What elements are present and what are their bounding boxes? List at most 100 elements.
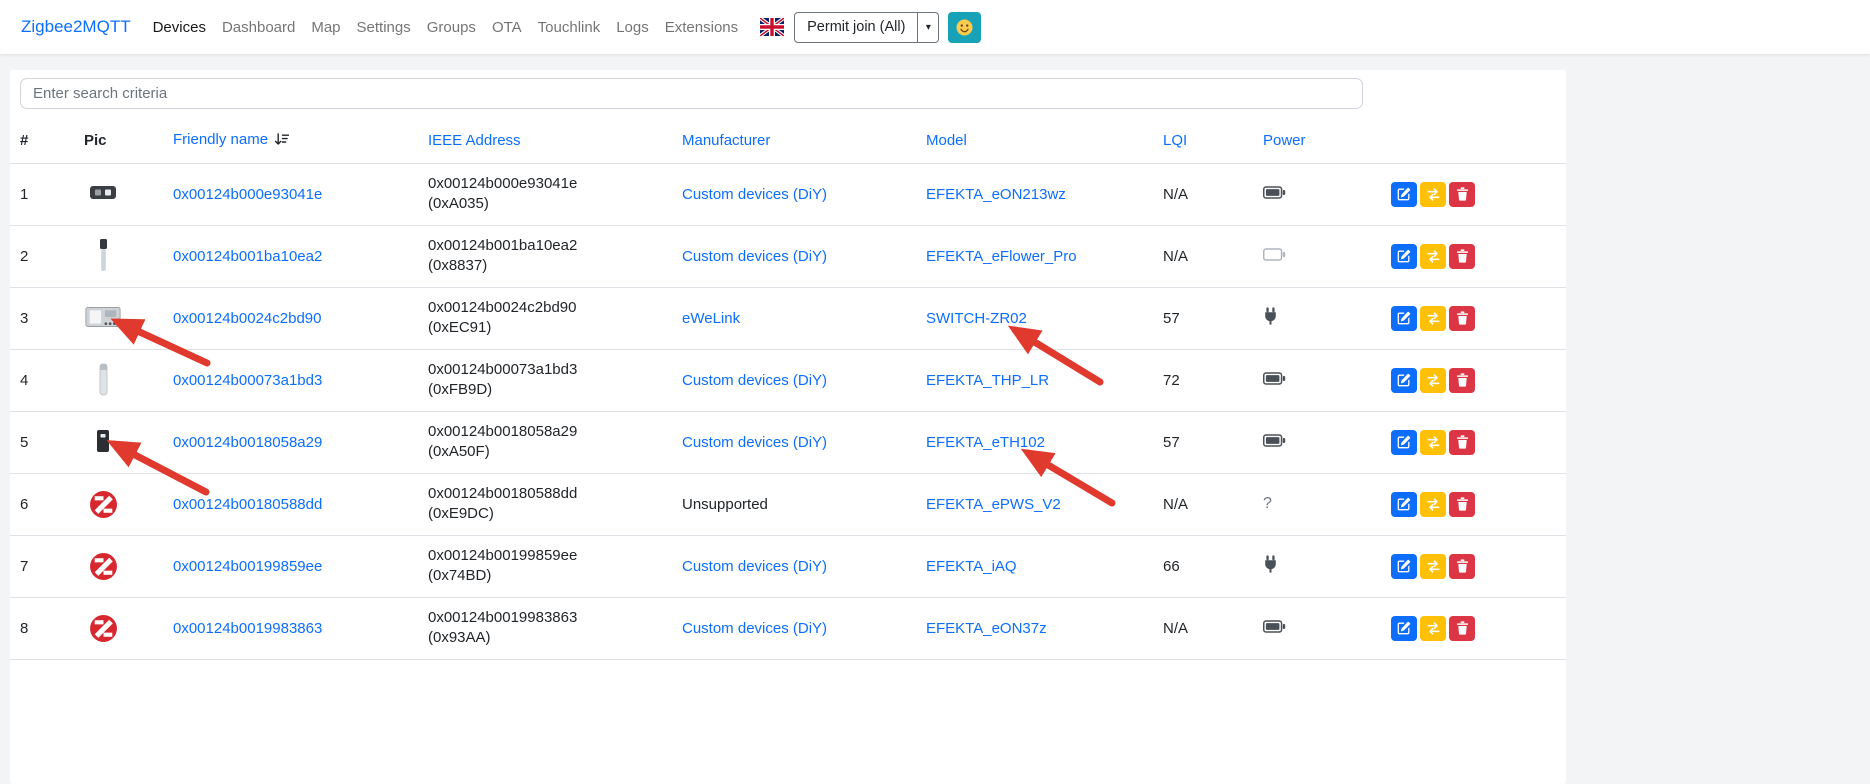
- col-header-friendly-name[interactable]: Friendly name: [163, 119, 418, 164]
- ieee-address: 0x00124b0019983863: [428, 609, 578, 626]
- reconfigure-arrows-button[interactable]: [1420, 305, 1446, 331]
- plug-icon: [1263, 555, 1278, 573]
- reconfigure-arrows-button[interactable]: [1420, 181, 1446, 207]
- pencil-square-button[interactable]: [1391, 615, 1417, 641]
- row-number: 3: [10, 287, 74, 350]
- nav-item-settings[interactable]: Settings: [349, 19, 419, 36]
- battery-full-icon: [1263, 185, 1286, 199]
- reconfigure-arrows-button[interactable]: [1420, 243, 1446, 269]
- pencil-square-button[interactable]: [1391, 491, 1417, 517]
- nav-item-dashboard[interactable]: Dashboard: [214, 19, 303, 36]
- ieee-address: 0x00124b001ba10ea2: [428, 237, 578, 254]
- nav-item-map[interactable]: Map: [303, 19, 348, 36]
- reconfigure-arrows-button[interactable]: [1420, 429, 1446, 455]
- col-header-lqi[interactable]: LQI: [1153, 119, 1253, 164]
- devices-card: # Pic Friendly name IEEE Address Manufac…: [10, 70, 1566, 784]
- plug-icon: [1263, 307, 1278, 325]
- model-link[interactable]: EFEKTA_eTH102: [926, 434, 1045, 451]
- model-link[interactable]: SWITCH-ZR02: [926, 310, 1027, 327]
- lqi-value: 72: [1153, 349, 1253, 412]
- search-input[interactable]: [20, 78, 1363, 109]
- nav-item-ota[interactable]: OTA: [484, 19, 530, 36]
- permit-join-caret-button[interactable]: ▾: [918, 11, 940, 43]
- nav-item-logs[interactable]: Logs: [608, 19, 657, 36]
- permit-join-button[interactable]: Permit join (All): [794, 11, 919, 43]
- trash-button[interactable]: [1449, 305, 1475, 331]
- pencil-square-button[interactable]: [1391, 305, 1417, 331]
- friendly-name-link[interactable]: 0x00124b000e93041e: [173, 186, 322, 203]
- reconfigure-arrows-button[interactable]: [1420, 491, 1446, 517]
- friendly-name-link[interactable]: 0x00124b00073a1bd3: [173, 372, 322, 389]
- trash-button[interactable]: [1449, 429, 1475, 455]
- friendly-name-link[interactable]: 0x00124b0018058a29: [173, 434, 322, 451]
- trash-button[interactable]: [1449, 181, 1475, 207]
- row-actions: [1381, 163, 1566, 226]
- ieee-address: 0x00124b0018058a29: [428, 423, 578, 440]
- friendly-name-link[interactable]: 0x00124b0019983863: [173, 620, 322, 637]
- search-bar: [10, 70, 1566, 109]
- theme-toggle-button[interactable]: [948, 11, 982, 43]
- friendly-name-link[interactable]: 0x00124b00180588dd: [173, 496, 322, 513]
- col-header-manufacturer[interactable]: Manufacturer: [672, 119, 916, 164]
- ieee-address: 0x00124b0024c2bd90: [428, 299, 577, 316]
- manufacturer-link[interactable]: Custom devices (DiY): [682, 434, 827, 451]
- nav-item-devices[interactable]: Devices: [145, 19, 214, 36]
- col-header-model[interactable]: Model: [916, 119, 1153, 164]
- row-actions: [1381, 349, 1566, 412]
- row-number: 4: [10, 349, 74, 412]
- device-photo-soil-sensor: [84, 236, 122, 274]
- row-number: 2: [10, 225, 74, 288]
- device-row: 3 0x00124b0024c2bd90 0x00124b0024c2bd90 …: [10, 287, 1566, 350]
- model-link[interactable]: EFEKTA_iAQ: [926, 558, 1017, 575]
- trash-button[interactable]: [1449, 553, 1475, 579]
- model-link[interactable]: EFEKTA_ePWS_V2: [926, 496, 1061, 513]
- manufacturer-link[interactable]: Custom devices (DiY): [682, 372, 827, 389]
- reconfigure-arrows-button[interactable]: [1420, 553, 1446, 579]
- trash-button[interactable]: [1449, 367, 1475, 393]
- col-header-power[interactable]: Power: [1253, 119, 1381, 164]
- model-link[interactable]: EFEKTA_eON213wz: [926, 186, 1066, 203]
- manufacturer-link[interactable]: Custom devices (DiY): [682, 620, 827, 637]
- manufacturer-link[interactable]: Custom devices (DiY): [682, 248, 827, 265]
- friendly-name-link[interactable]: 0x00124b00199859ee: [173, 558, 322, 575]
- col-header-friendly-name-label: Friendly name: [173, 131, 269, 149]
- devices-table: # Pic Friendly name IEEE Address Manufac…: [10, 119, 1566, 660]
- model-link[interactable]: EFEKTA_THP_LR: [926, 372, 1049, 389]
- friendly-name-link[interactable]: 0x00124b001ba10ea2: [173, 248, 322, 265]
- pencil-square-button[interactable]: [1391, 181, 1417, 207]
- pencil-square-button[interactable]: [1391, 367, 1417, 393]
- device-photo-relay-module: [84, 298, 122, 336]
- nav-item-extensions[interactable]: Extensions: [657, 19, 746, 36]
- row-actions: [1381, 535, 1566, 598]
- row-number: 1: [10, 163, 74, 226]
- nav-item-touchlink[interactable]: Touchlink: [530, 19, 609, 36]
- col-header-pic: Pic: [74, 119, 163, 164]
- friendly-name-link[interactable]: 0x00124b0024c2bd90: [173, 310, 321, 327]
- trash-button[interactable]: [1449, 615, 1475, 641]
- trash-button[interactable]: [1449, 243, 1475, 269]
- smiley-icon: [956, 19, 973, 35]
- nav-item-groups[interactable]: Groups: [419, 19, 484, 36]
- ieee-address: 0x00124b000e93041e: [428, 175, 578, 192]
- model-link[interactable]: EFEKTA_eON37z: [926, 620, 1047, 637]
- unknown-power-icon: ?: [1263, 495, 1272, 512]
- chevron-down-icon: ▾: [925, 21, 931, 33]
- pencil-square-button[interactable]: [1391, 243, 1417, 269]
- trash-button[interactable]: [1449, 491, 1475, 517]
- brand-link[interactable]: Zigbee2MQTT: [21, 17, 131, 37]
- manufacturer-link[interactable]: Custom devices (DiY): [682, 186, 827, 203]
- network-address: (0x8837): [428, 257, 488, 274]
- pencil-square-button[interactable]: [1391, 429, 1417, 455]
- reconfigure-arrows-button[interactable]: [1420, 367, 1446, 393]
- device-photo-adapter: [84, 174, 122, 212]
- pencil-square-button[interactable]: [1391, 553, 1417, 579]
- col-header-ieee-address[interactable]: IEEE Address: [418, 119, 672, 164]
- manufacturer-link[interactable]: eWeLink: [682, 310, 740, 327]
- manufacturer-link[interactable]: Custom devices (DiY): [682, 558, 827, 575]
- reconfigure-arrows-button[interactable]: [1420, 615, 1446, 641]
- manufacturer-text: Unsupported: [682, 495, 768, 513]
- uk-flag-icon[interactable]: [760, 18, 785, 36]
- table-header-row: # Pic Friendly name IEEE Address Manufac…: [10, 119, 1566, 164]
- nav-items: Devices Dashboard Map Settings Groups OTA Touc…: [145, 19, 747, 36]
- model-link[interactable]: EFEKTA_eFlower_Pro: [926, 248, 1077, 265]
